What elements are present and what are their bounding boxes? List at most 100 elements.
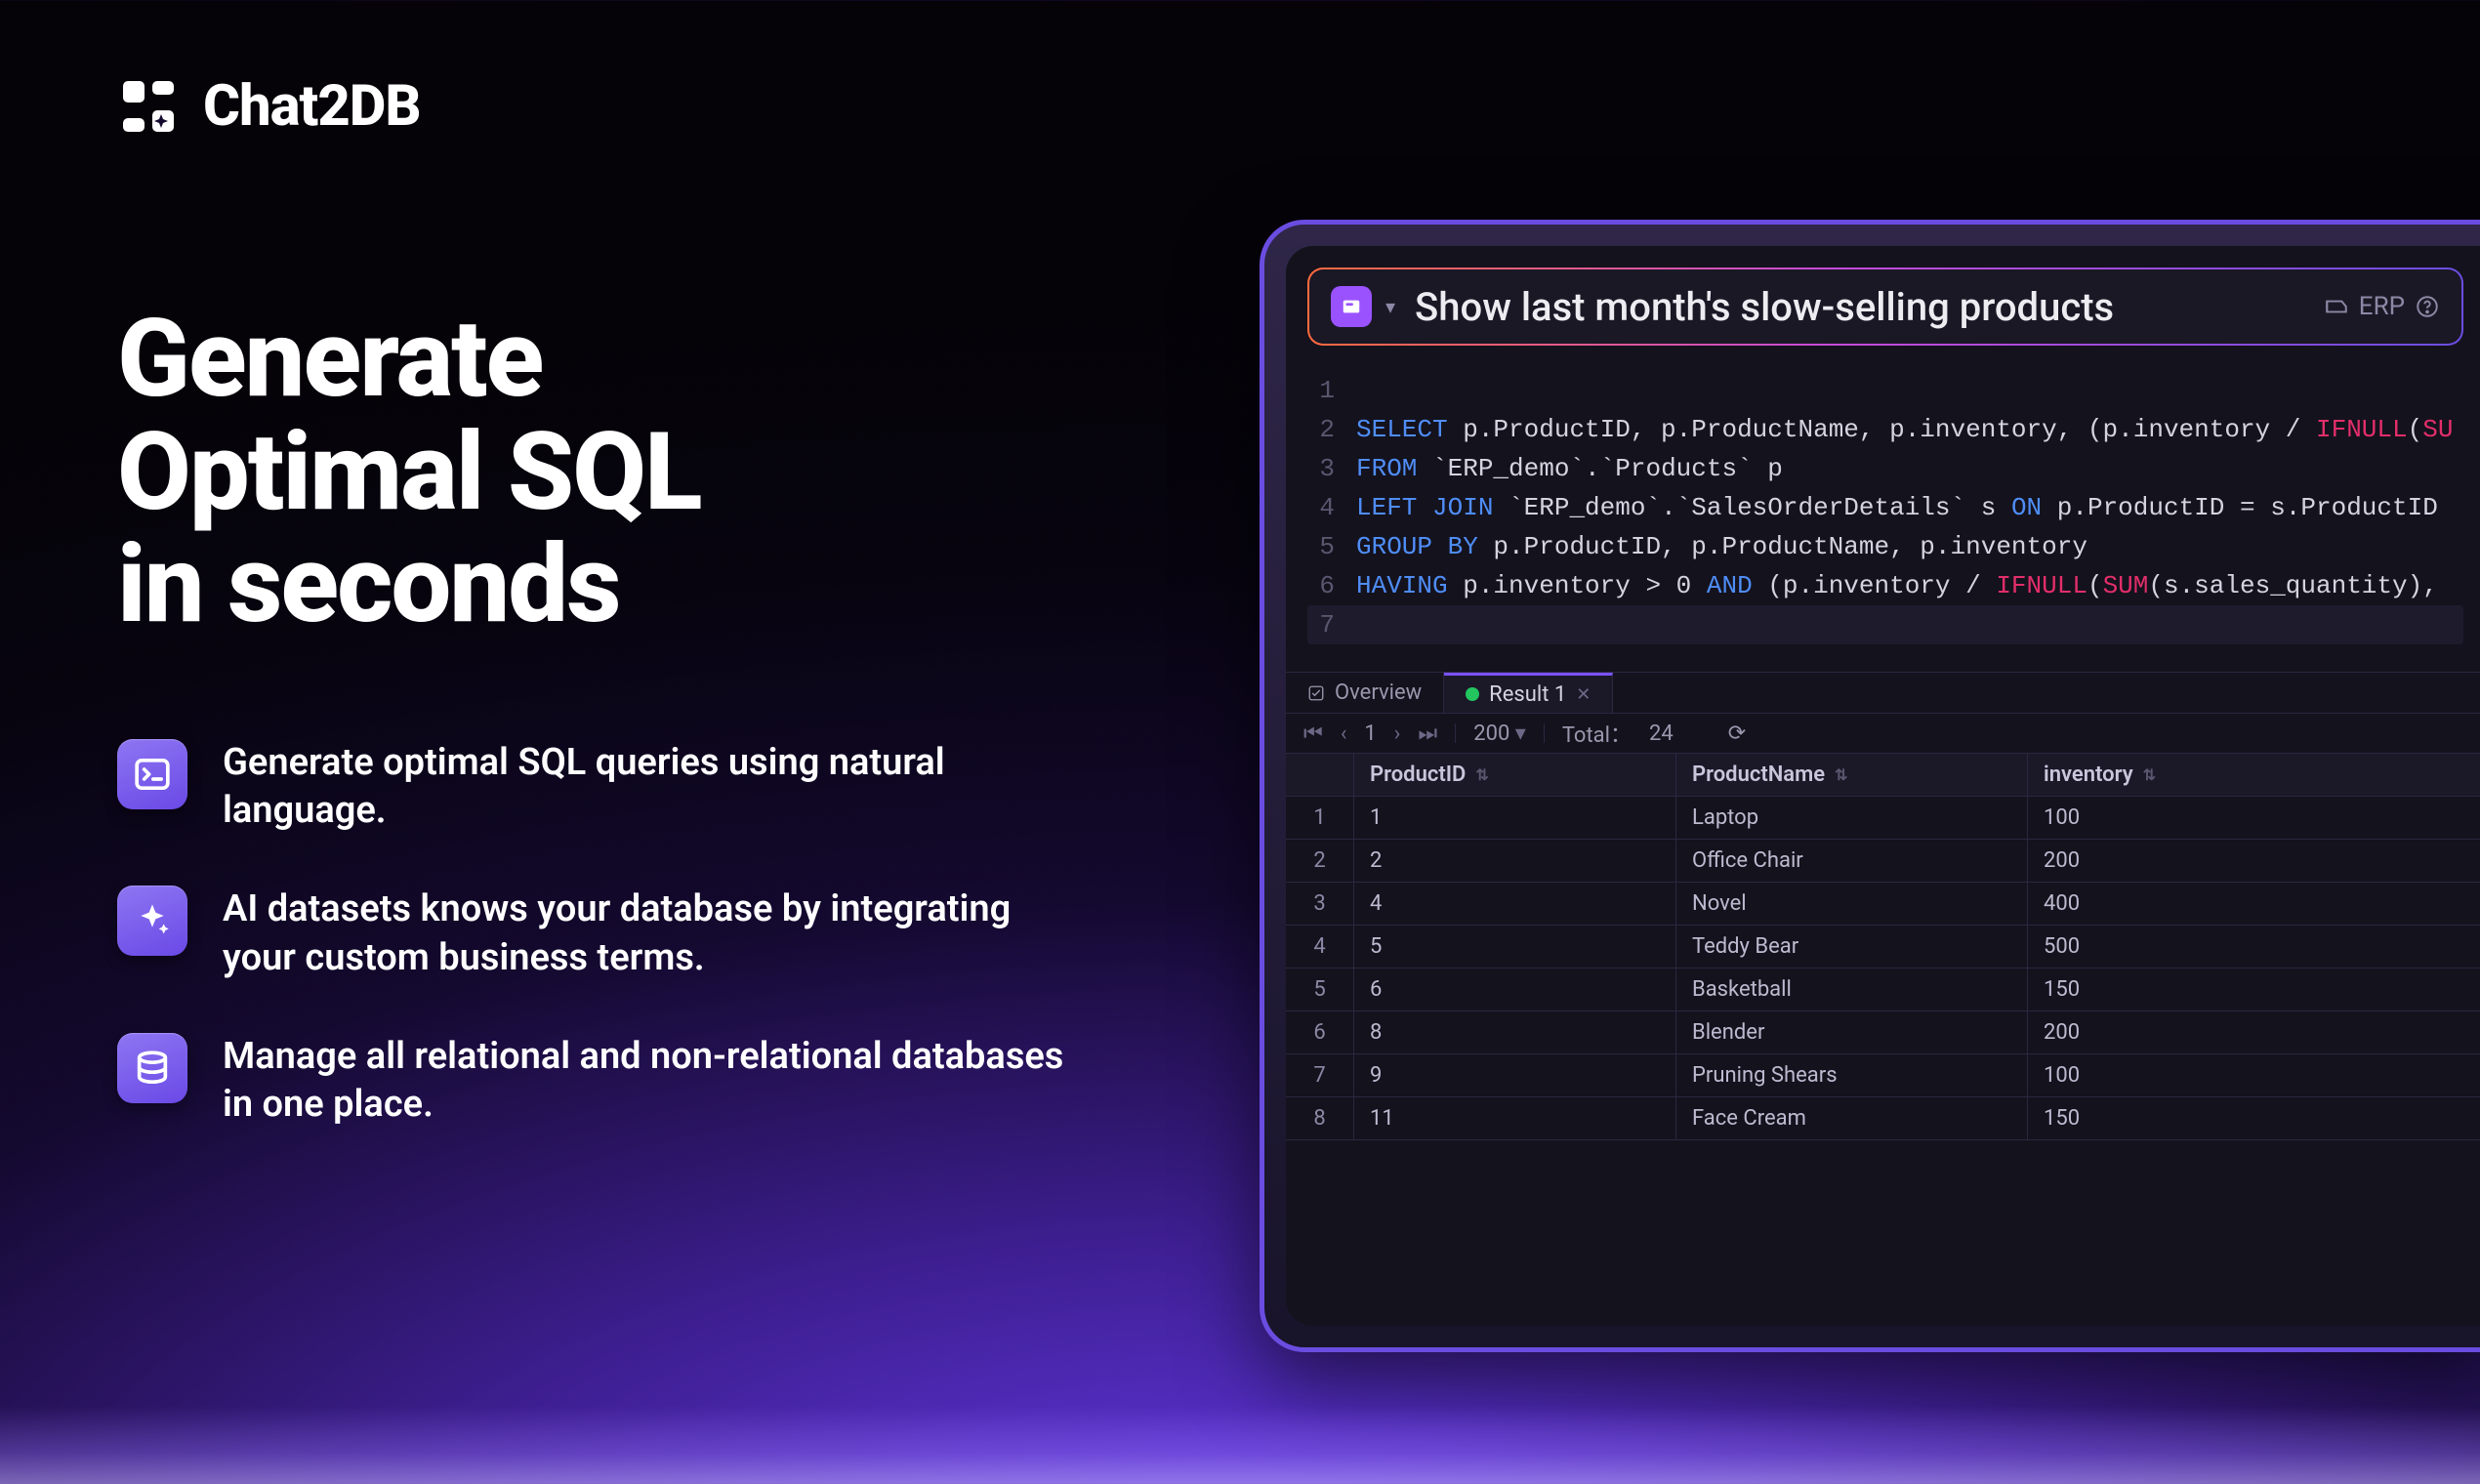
sort-icon[interactable]: ⇅ [1835,765,1847,784]
cell-productid[interactable]: 1 [1354,797,1676,840]
results-toolbar: ⏮ ‹ 1 › ⏭ 200 ▾ Total： 24 ⟳ [1286,713,2480,754]
ai-prompt-bar[interactable]: ▾ Show last month's slow-selling product… [1307,268,2463,346]
brand-mark-icon [117,75,180,138]
hero-line-2: Optimal SQL [117,409,701,535]
context-selector[interactable]: ERP [2324,292,2440,321]
help-icon[interactable] [2415,294,2440,319]
status-dot-icon [1466,687,1479,701]
sort-icon[interactable]: ⇅ [2143,765,2156,784]
code-line: SELECT p.ProductID, p.ProductName, p.inv… [1356,410,2453,449]
cell-productid[interactable]: 6 [1354,969,1676,1011]
tab-label: Overview [1335,680,1422,705]
row-index: 3 [1286,883,1354,926]
table-row[interactable]: 11Laptop100 [1286,797,2480,840]
app-window: ▾ Show last month's slow-selling product… [1260,220,2480,1352]
column-header[interactable]: ProductID⇅ [1354,754,1676,797]
table-row[interactable]: 68Blender200 [1286,1011,2480,1054]
page-number: 1 [1364,721,1376,746]
database-icon [117,1033,187,1103]
feature-item: AI datasets knows your database by integ… [117,886,1094,982]
row-index: 6 [1286,1011,1354,1054]
hero-title: Generate Optimal SQL in seconds [117,303,1094,641]
cell-productid[interactable]: 8 [1354,1011,1676,1054]
ai-prompt-text[interactable]: Show last month's slow-selling products [1415,284,2304,330]
chevron-down-icon: ▾ [1515,721,1526,746]
table-row[interactable]: 34Novel400 [1286,883,2480,926]
cell-inventory[interactable]: 150 [2028,1097,2480,1140]
table-row[interactable]: 22Office Chair200 [1286,840,2480,883]
code-line: HAVING p.inventory > 0 AND (p.inventory … [1356,566,2438,605]
page-last-button[interactable]: ⏭ [1418,721,1437,746]
table-header-row: ProductID⇅ ProductName⇅ inventory⇅ [1286,754,2480,797]
cell-productid[interactable]: 4 [1354,883,1676,926]
row-index: 7 [1286,1054,1354,1097]
feature-list: Generate optimal SQL queries using natur… [117,739,1094,1130]
cell-productid[interactable]: 11 [1354,1097,1676,1140]
brand-logo: Chat2DB [117,73,421,140]
feature-item: Generate optimal SQL queries using natur… [117,739,1094,836]
cell-productname[interactable]: Pruning Shears [1676,1054,2028,1097]
column-header[interactable]: inventory⇅ [2028,754,2480,797]
column-header[interactable]: ProductName⇅ [1676,754,2028,797]
cell-productid[interactable]: 9 [1354,1054,1676,1097]
ai-badge-icon[interactable] [1331,286,1372,327]
page-size-select[interactable]: 200 ▾ [1473,721,1526,746]
sort-icon[interactable]: ⇅ [1475,765,1488,784]
cell-productname[interactable]: Novel [1676,883,2028,926]
table-row[interactable]: 811Face Cream150 [1286,1097,2480,1140]
cell-productname[interactable]: Laptop [1676,797,2028,840]
decorative-glow [0,1406,2480,1484]
results-table: ProductID⇅ ProductName⇅ inventory⇅ 11Lap… [1286,754,2480,1140]
code-line: GROUP BY p.ProductID, p.ProductName, p.i… [1356,527,2087,566]
cell-productname[interactable]: Office Chair [1676,840,2028,883]
cell-productid[interactable]: 2 [1354,840,1676,883]
total-value: 24 [1649,721,1674,746]
row-index: 1 [1286,797,1354,840]
context-label: ERP [2359,292,2405,321]
close-icon[interactable]: ✕ [1576,684,1591,705]
hero-line-1: Generate [117,296,542,422]
page-next-button[interactable]: › [1394,721,1401,746]
cell-productname[interactable]: Teddy Bear [1676,926,2028,969]
sparkle-icon [117,886,187,956]
chevron-down-icon[interactable]: ▾ [1385,295,1395,318]
sql-editor[interactable]: 1 2SELECT p.ProductID, p.ProductName, p.… [1307,371,2463,644]
tab-overview[interactable]: Overview [1286,673,1444,713]
page-first-button[interactable]: ⏮ [1303,721,1323,746]
row-index-header [1286,754,1354,797]
cell-inventory[interactable]: 100 [2028,1054,2480,1097]
refresh-button[interactable]: ⟳ [1728,721,1746,746]
tab-result-1[interactable]: Result 1 ✕ [1444,673,1613,713]
cell-productname[interactable]: Basketball [1676,969,2028,1011]
cell-inventory[interactable]: 500 [2028,926,2480,969]
terminal-icon [117,739,187,809]
row-index: 2 [1286,840,1354,883]
cell-inventory[interactable]: 200 [2028,840,2480,883]
overview-icon [1307,684,1325,702]
table-row[interactable]: 56Basketball150 [1286,969,2480,1011]
cell-inventory[interactable]: 400 [2028,883,2480,926]
cell-productname[interactable]: Blender [1676,1011,2028,1054]
hero-section: Generate Optimal SQL in seconds Generate… [117,303,1094,1130]
cell-productname[interactable]: Face Cream [1676,1097,2028,1140]
row-index: 8 [1286,1097,1354,1140]
row-index: 5 [1286,969,1354,1011]
table-row[interactable]: 79Pruning Shears100 [1286,1054,2480,1097]
brand-name: Chat2DB [203,73,421,140]
hero-line-3: in seconds [117,521,620,647]
page-prev-button[interactable]: ‹ [1341,721,1347,746]
cell-inventory[interactable]: 200 [2028,1011,2480,1054]
feature-item: Manage all relational and non-relational… [117,1033,1094,1130]
total-label: Total： [1562,718,1632,749]
code-line: LEFT JOIN `ERP_demo`.`SalesOrderDetails`… [1356,488,2438,527]
feature-text: Generate optimal SQL queries using natur… [223,739,1082,836]
tab-label: Result 1 [1489,682,1566,707]
cell-inventory[interactable]: 150 [2028,969,2480,1011]
result-tabs: Overview Result 1 ✕ [1286,672,2480,713]
cell-inventory[interactable]: 100 [2028,797,2480,840]
code-line: FROM `ERP_demo`.`Products` p [1356,449,1783,488]
cell-productid[interactable]: 5 [1354,926,1676,969]
feature-text: Manage all relational and non-relational… [223,1033,1082,1130]
table-row[interactable]: 45Teddy Bear500 [1286,926,2480,969]
row-index: 4 [1286,926,1354,969]
